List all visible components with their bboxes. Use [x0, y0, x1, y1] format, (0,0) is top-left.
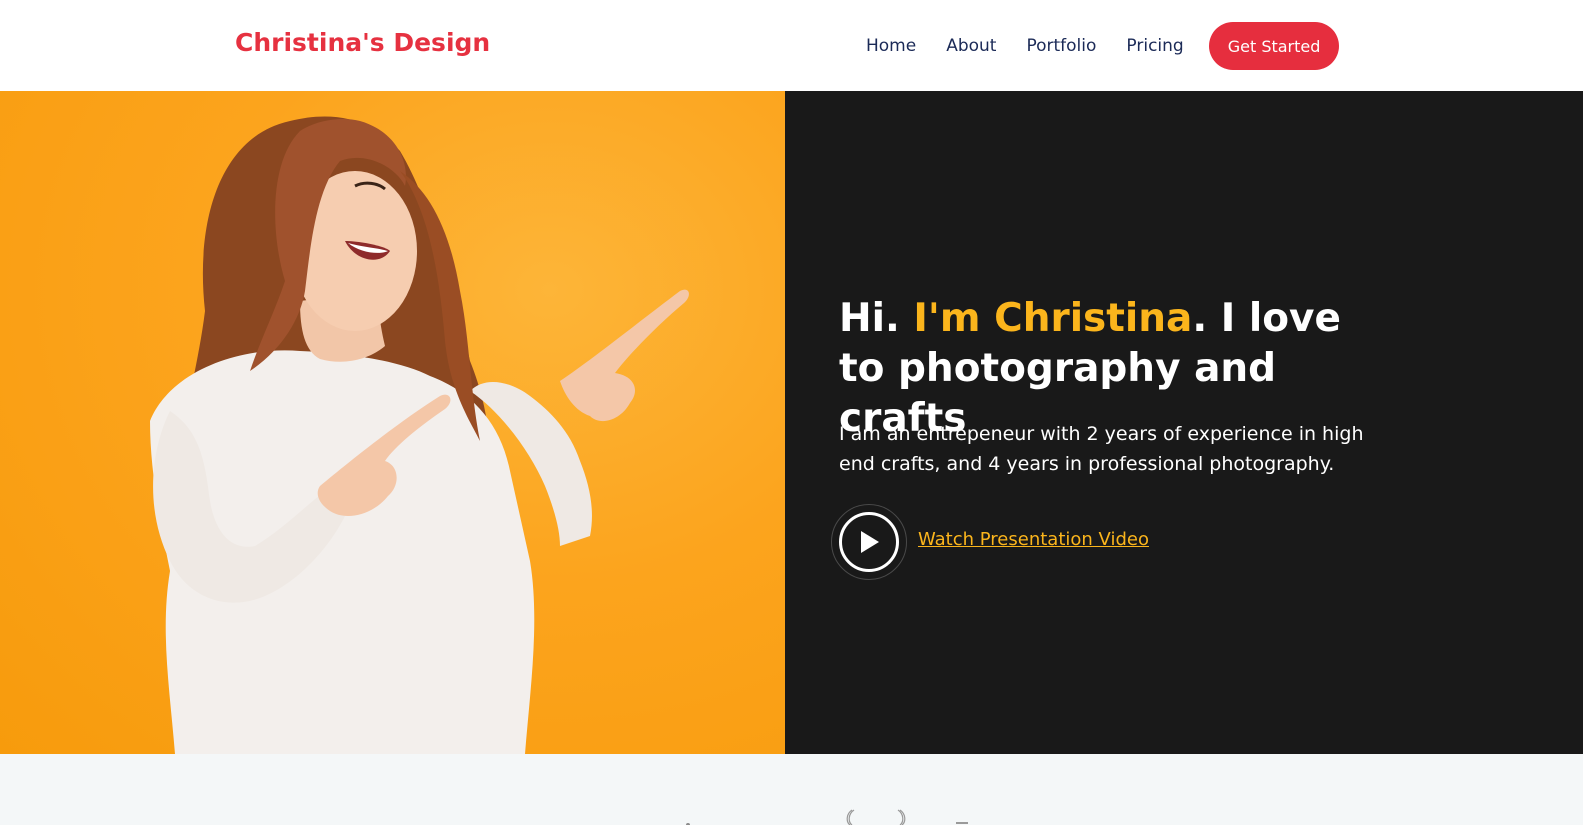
get-started-button[interactable]: Get Started	[1208, 22, 1340, 70]
nav-portfolio-link[interactable]: Portfolio	[1026, 36, 1096, 56]
portrait-illustration	[150, 116, 689, 754]
site-header: Christina's Design Home About Portfolio …	[0, 0, 1583, 91]
main-nav: Home About Portfolio Pricing Get Started	[866, 22, 1340, 70]
hero-section: Hi. I'm Christina. I love to photography…	[0, 91, 1583, 754]
hero-content-panel: Hi. I'm Christina. I love to photography…	[785, 91, 1583, 754]
site-logo[interactable]: Christina's Design	[235, 28, 490, 57]
logo-bar-icon	[956, 822, 968, 824]
watch-video-link[interactable]: Watch Presentation Video	[918, 529, 1149, 550]
nav-pricing-link[interactable]: Pricing	[1126, 36, 1183, 56]
partner-logos-row	[686, 809, 968, 825]
headline-greeting: Hi.	[839, 296, 914, 341]
hero-intro-text: I am an entrepeneur with 2 years of expe…	[839, 423, 1364, 475]
next-section-strip	[0, 754, 1583, 825]
nav-about-link[interactable]: About	[946, 36, 996, 56]
play-triangle-icon	[861, 531, 879, 553]
headline-name: I'm Christina	[913, 296, 1193, 341]
play-icon	[839, 512, 899, 572]
laurel-left-icon	[846, 809, 855, 825]
nav-home-link[interactable]: Home	[866, 36, 916, 56]
play-video-button[interactable]	[831, 504, 907, 580]
laurel-right-icon	[897, 809, 906, 825]
hero-portrait-image	[0, 91, 785, 754]
